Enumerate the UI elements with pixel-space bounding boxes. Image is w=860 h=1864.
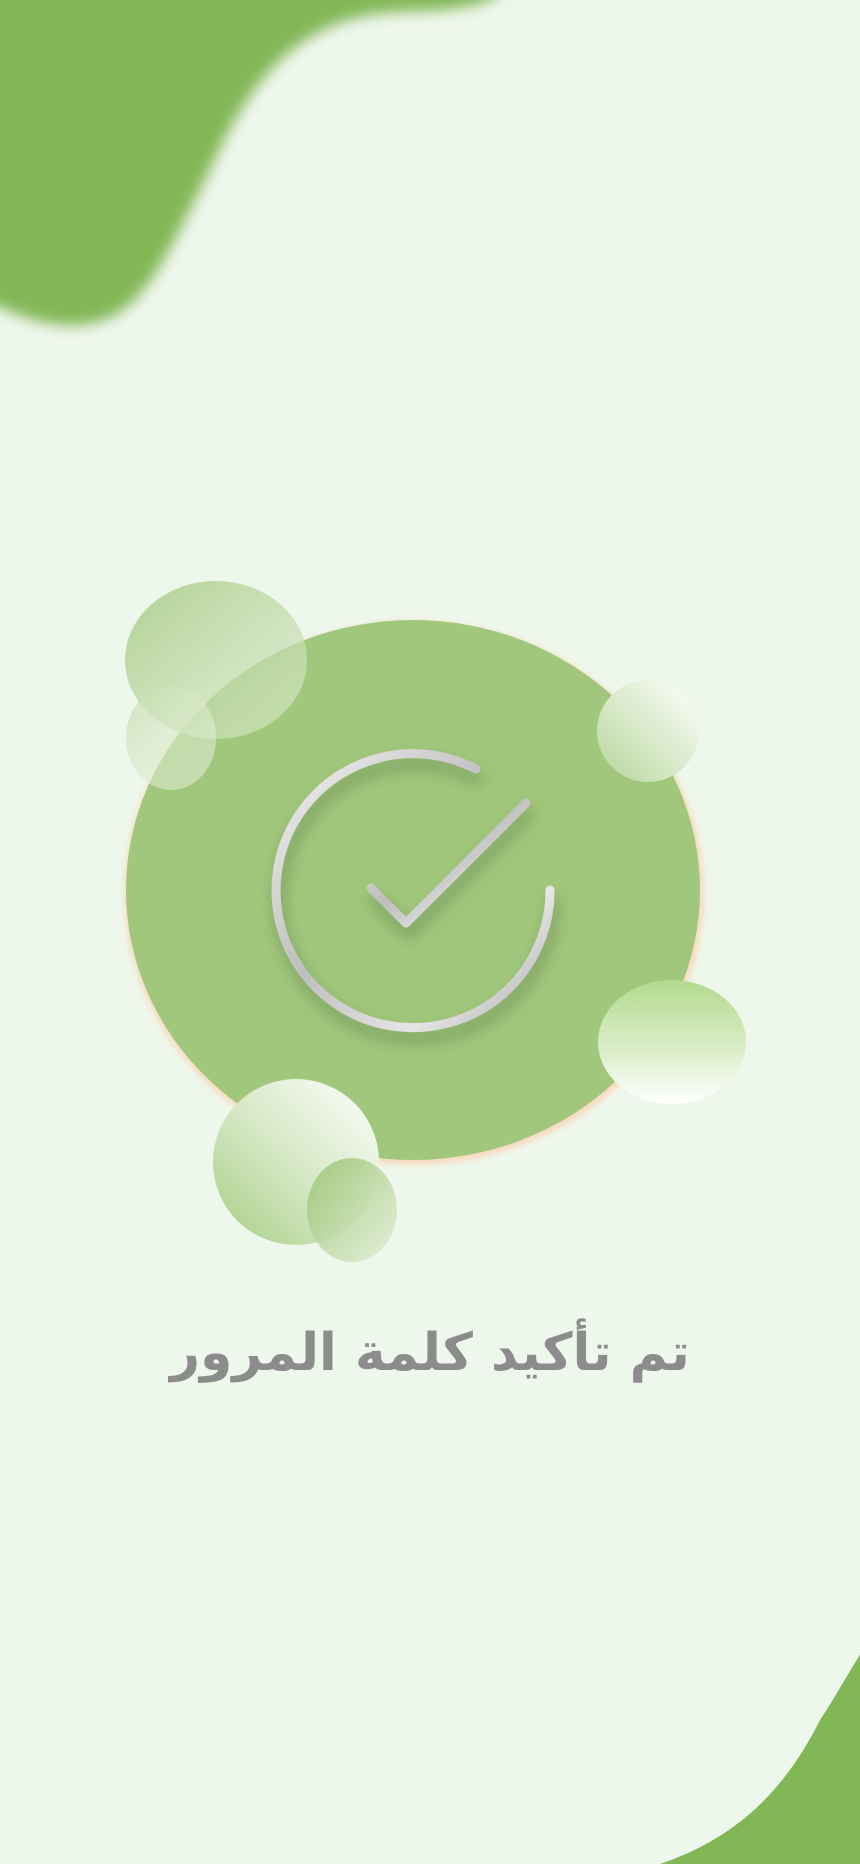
bubble-top-right <box>597 680 699 782</box>
password-confirmed-screen: تم تأكيد كلمة المرور <box>0 0 860 1864</box>
bubble-right <box>598 980 746 1104</box>
bubble-bottom-left-small <box>307 1158 397 1262</box>
bubble-top-left-small <box>126 686 216 790</box>
confirmation-message: تم تأكيد كلمة المرور <box>170 1323 690 1383</box>
success-illustration <box>124 581 746 1262</box>
